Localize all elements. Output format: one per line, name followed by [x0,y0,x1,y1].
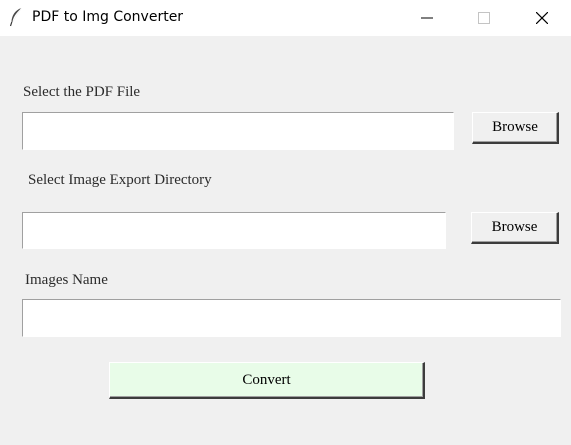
window-title: PDF to Img Converter [32,9,184,25]
minimize-button[interactable] [399,0,456,36]
feather-icon [9,7,23,27]
pdf-file-input[interactable] [22,112,454,150]
pdf-file-label: Select the PDF File [23,84,141,100]
browse-dir-button[interactable]: Browse [471,212,559,244]
minimize-icon [421,17,433,19]
title-bar[interactable]: PDF to Img Converter [0,0,571,36]
images-name-label: Images Name [25,272,108,288]
images-name-input[interactable] [22,299,561,337]
browse-pdf-button[interactable]: Browse [472,112,559,144]
convert-button[interactable]: Convert [109,362,425,399]
close-button[interactable] [514,0,571,36]
export-dir-label: Select Image Export Directory [28,172,212,188]
close-icon [536,12,548,24]
export-dir-input[interactable] [22,212,446,249]
maximize-button[interactable] [456,0,513,36]
app-window: PDF to Img Converter Select the PDF File… [0,0,571,445]
maximize-icon [478,12,490,24]
